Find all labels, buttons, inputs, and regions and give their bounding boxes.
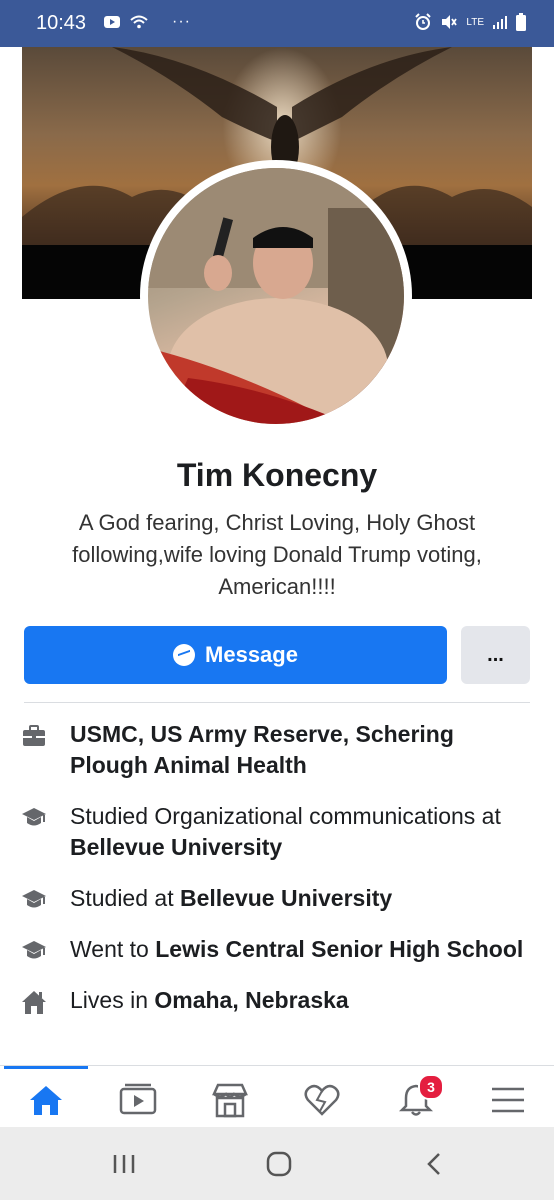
recent-apps-icon <box>113 1155 135 1173</box>
detail-work[interactable]: USMC, US Army Reserve, Schering Plough A… <box>20 719 530 781</box>
youtube-notification-icon <box>104 16 120 28</box>
menu-icon <box>492 1087 524 1113</box>
graduation-cap-icon <box>22 890 46 908</box>
status-time: 10:43 <box>36 12 87 34</box>
status-left-icons: ··· <box>104 13 191 31</box>
message-button-label: Message <box>205 642 298 667</box>
more-options-button[interactable]: ... <box>461 626 530 684</box>
detail-education-2[interactable]: Studied at Bellevue University <box>20 883 530 914</box>
graduation-cap-icon <box>22 808 46 826</box>
nav-marketplace[interactable] <box>210 1080 250 1120</box>
marketplace-icon <box>212 1083 248 1118</box>
battery-icon <box>516 13 526 31</box>
detail-education-3-pre: Went to <box>70 936 156 962</box>
detail-residence[interactable]: Lives in Omaha, Nebraska <box>20 985 530 1016</box>
recent-apps-button[interactable] <box>104 1149 144 1179</box>
profile-details: USMC, US Army Reserve, Schering Plough A… <box>20 719 530 1036</box>
home-circle-icon <box>266 1151 292 1177</box>
detail-work-text: USMC, US Army Reserve, Schering Plough A… <box>70 721 454 778</box>
profile-name: Tim Konecny <box>176 457 378 493</box>
bottom-navigation: 3 <box>0 1065 554 1128</box>
signal-icon <box>493 16 507 29</box>
divider <box>24 702 530 703</box>
status-right-icons: LTE <box>414 13 526 31</box>
watch-icon <box>119 1083 157 1115</box>
nav-menu[interactable] <box>488 1080 528 1120</box>
avatar-graphic <box>148 168 404 424</box>
system-navigation-bar <box>0 1127 554 1200</box>
dating-icon <box>304 1084 340 1116</box>
detail-education-1-school[interactable]: Bellevue University <box>70 834 282 860</box>
active-tab-indicator <box>4 1066 88 1069</box>
alarm-icon <box>415 13 432 30</box>
more-options-label: ... <box>487 643 504 666</box>
back-button[interactable] <box>414 1149 454 1179</box>
profile-bio: A God fearing, Christ Loving, Holy Ghost… <box>72 510 482 599</box>
detail-education-3-school[interactable]: Lewis Central Senior High School <box>155 936 523 962</box>
profile-actions: Message ... <box>24 626 530 686</box>
profile-picture[interactable] <box>140 160 412 432</box>
detail-education-1-pre: Studied Organizational communications at <box>70 803 501 829</box>
avatar <box>148 168 404 424</box>
house-icon <box>22 991 46 1014</box>
detail-education-2-school[interactable]: Bellevue University <box>180 885 392 911</box>
detail-education-3[interactable]: Went to Lewis Central Senior High School <box>20 934 530 965</box>
message-button[interactable]: Message <box>24 626 447 684</box>
detail-residence-pre: Lives in <box>70 987 155 1013</box>
graduation-cap-icon <box>22 941 46 959</box>
mute-icon <box>442 15 458 29</box>
messenger-icon <box>173 644 196 666</box>
home-button[interactable] <box>259 1149 299 1179</box>
more-notifications-icon: ··· <box>172 13 191 30</box>
home-icon <box>30 1086 62 1115</box>
nav-watch[interactable] <box>118 1080 158 1120</box>
profile-content: Tim Konecny A God fearing, Christ Loving… <box>0 47 554 1065</box>
wifi-icon <box>130 15 148 29</box>
briefcase-icon <box>23 725 45 746</box>
detail-education-1[interactable]: Studied Organizational communications at… <box>20 801 530 863</box>
nav-home[interactable] <box>26 1080 66 1120</box>
detail-education-2-pre: Studied at <box>70 885 180 911</box>
nav-dating[interactable] <box>302 1080 342 1120</box>
detail-residence-city[interactable]: Omaha, Nebraska <box>154 987 348 1013</box>
nav-notifications[interactable]: 3 <box>396 1074 444 1120</box>
notifications-badge: 3 <box>418 1074 444 1100</box>
network-type: LTE <box>466 16 484 28</box>
back-chevron-icon <box>427 1153 440 1175</box>
status-bar: 10:43 ··· LTE <box>0 0 554 47</box>
